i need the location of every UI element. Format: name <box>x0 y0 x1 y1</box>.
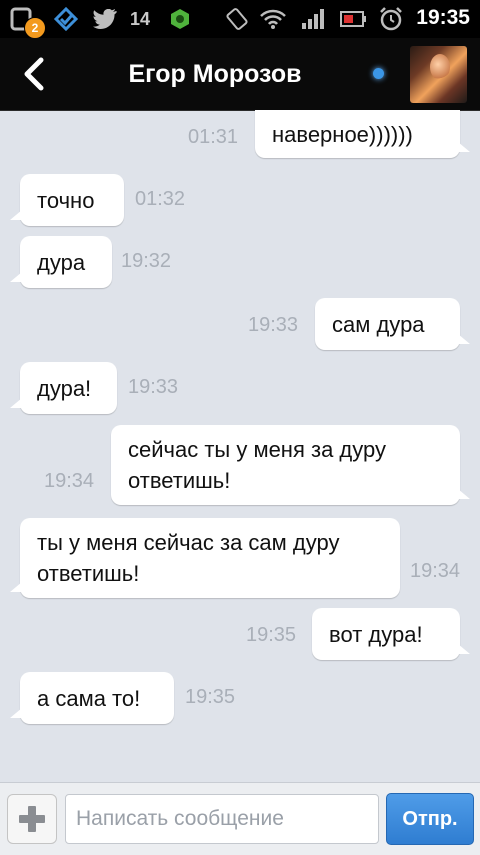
status-bar: 2 14 19:35 <box>0 0 480 39</box>
incoming-message[interactable]: ты у меня сейчас за сам дуру ответишь! <box>10 518 400 598</box>
app-icon <box>166 0 194 38</box>
outgoing-message[interactable]: вот дура! <box>312 608 470 660</box>
online-indicator <box>373 68 384 79</box>
chat-header: Егор Морозов <box>0 38 480 111</box>
message-time: 19:33 <box>248 314 299 336</box>
contact-avatar[interactable] <box>410 46 467 103</box>
incoming-message[interactable]: дура <box>10 236 112 288</box>
outgoing-message[interactable]: наверное)))))) <box>255 110 470 158</box>
message-time: 01:31 <box>188 126 239 148</box>
message-text: ты у меня сейчас за сам дуру ответишь! <box>37 530 340 586</box>
notification-badge: 2 <box>24 17 46 39</box>
outgoing-message[interactable]: сейчас ты у меня за дуру ответишь! <box>111 425 470 505</box>
outgoing-message[interactable]: сам дура <box>315 298 470 350</box>
screen-rotation-icon <box>222 0 252 38</box>
send-button[interactable]: Отпр. <box>386 793 474 845</box>
incoming-message[interactable]: а сама то! <box>10 672 174 724</box>
message-text: наверное)))))) <box>272 121 413 147</box>
twitter-count: 14 <box>130 9 151 29</box>
message-text: вот дура! <box>329 621 423 647</box>
twitter-icon <box>90 0 120 38</box>
wifi-icon <box>258 0 288 38</box>
message-time: 01:32 <box>135 188 186 210</box>
message-text: а сама то! <box>37 685 141 711</box>
message-list[interactable]: 01:31 наверное)))))) точно 01:32 дура 19… <box>0 110 480 782</box>
incoming-message[interactable]: точно <box>10 174 124 226</box>
message-time: 19:35 <box>246 624 297 646</box>
status-time: 19:35 <box>416 6 470 29</box>
composer-bar: Отпр. <box>0 782 480 855</box>
message-text: дура <box>37 249 86 275</box>
check-icon <box>50 0 82 38</box>
back-button[interactable] <box>14 54 54 94</box>
message-text: точно <box>37 187 95 213</box>
incoming-message[interactable]: дура! <box>10 362 117 414</box>
battery-icon <box>338 0 368 38</box>
message-text: дура! <box>37 375 92 401</box>
message-text: сейчас ты у меня за дуру ответишь! <box>128 437 386 493</box>
signal-icon <box>298 0 328 38</box>
message-text: сам дура <box>332 311 425 337</box>
message-time: 19:35 <box>185 686 236 708</box>
message-time: 19:34 <box>44 470 95 492</box>
message-time: 19:32 <box>121 250 172 272</box>
message-time: 19:33 <box>128 376 179 398</box>
message-time: 19:34 <box>410 560 461 582</box>
attach-button[interactable] <box>7 794 57 844</box>
chevron-left-icon <box>24 57 44 91</box>
alarm-clock-icon <box>376 0 406 38</box>
message-input[interactable] <box>65 794 379 844</box>
contact-name[interactable]: Егор Морозов <box>70 60 360 89</box>
plus-icon <box>19 806 45 832</box>
